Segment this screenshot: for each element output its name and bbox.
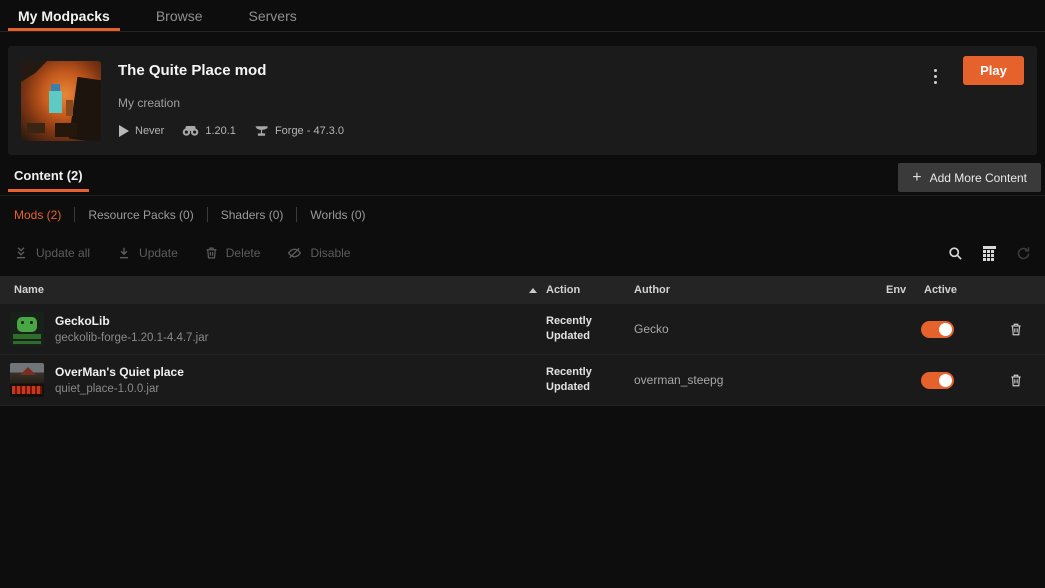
content-subtabs: Mods (2) Resource Packs (0) Shaders (0) … xyxy=(14,207,366,222)
subtab-divider xyxy=(206,207,208,222)
disable-label: Disable xyxy=(310,246,351,260)
sort-ascending-icon[interactable] xyxy=(529,287,537,293)
refresh-button[interactable] xyxy=(1016,246,1031,261)
mod-filename: quiet_place-1.0.0.jar xyxy=(55,383,160,395)
column-author[interactable]: Author xyxy=(631,284,883,296)
column-env[interactable]: Env xyxy=(883,284,921,296)
table-rows: GeckoLib geckolib-forge-1.20.1-4.4.7.jar… xyxy=(0,304,1045,406)
trash-icon xyxy=(206,247,217,259)
table-view-icon xyxy=(983,245,996,261)
subtab-shaders[interactable]: Shaders (0) xyxy=(221,208,284,222)
search-button[interactable] xyxy=(948,246,963,261)
table-header: Name Action Author Env Active xyxy=(0,276,1045,304)
trash-icon xyxy=(1010,374,1021,386)
mods-table: Name Action Author Env Active GeckoLib g… xyxy=(0,276,1045,406)
subtab-resource-packs[interactable]: Resource Packs (0) xyxy=(88,208,193,222)
goggles-icon xyxy=(183,126,199,136)
trash-icon xyxy=(1010,323,1021,335)
quiet-place-mod-icon xyxy=(10,363,44,397)
mod-name: OverMan's Quiet place xyxy=(55,365,184,379)
delete-button[interactable]: Delete xyxy=(205,246,261,260)
update-all-label: Update all xyxy=(36,246,91,260)
more-options-button[interactable] xyxy=(924,62,946,90)
column-name[interactable]: Name xyxy=(14,284,44,296)
update-all-button[interactable]: Update all xyxy=(14,246,90,260)
mod-author: Gecko xyxy=(634,322,669,336)
nav-tab-browse[interactable]: Browse xyxy=(156,0,203,32)
subtab-divider xyxy=(74,207,76,222)
table-row[interactable]: GeckoLib geckolib-forge-1.20.1-4.4.7.jar… xyxy=(0,304,1045,355)
mod-name: GeckoLib xyxy=(55,314,110,328)
nav-tab-servers[interactable]: Servers xyxy=(249,0,297,32)
delete-mod-button[interactable] xyxy=(1009,373,1023,388)
anvil-icon xyxy=(255,126,268,136)
subtab-divider xyxy=(296,207,298,222)
update-button[interactable]: Update xyxy=(117,246,178,260)
update-all-icon xyxy=(16,247,26,259)
table-row[interactable]: OverMan's Quiet place quiet_place-1.0.0.… xyxy=(0,355,1045,406)
subtab-mods[interactable]: Mods (2) xyxy=(14,208,61,222)
mod-action-status: Recently Updated xyxy=(546,365,592,393)
table-view-button[interactable] xyxy=(983,245,996,261)
delete-mod-button[interactable] xyxy=(1009,322,1023,337)
top-navigation: My Modpacks Browse Servers xyxy=(0,0,1045,32)
subtab-worlds[interactable]: Worlds (0) xyxy=(310,208,365,222)
last-played-meta: Never xyxy=(118,125,164,137)
tab-content[interactable]: Content (2) xyxy=(8,168,89,192)
eye-off-icon xyxy=(288,247,302,259)
play-icon xyxy=(119,125,129,137)
last-played-value: Never xyxy=(135,125,165,137)
plus-icon: + xyxy=(912,168,922,186)
content-tab-bar: Content (2) + Add More Content xyxy=(0,160,1045,196)
refresh-icon xyxy=(1017,246,1030,259)
geckolib-mod-icon xyxy=(10,312,44,346)
play-button[interactable]: Play xyxy=(963,56,1024,85)
active-toggle[interactable] xyxy=(921,371,954,389)
modpack-card: The Quite Place mod My creation Never 1.… xyxy=(8,46,1037,155)
game-version-value: 1.20.1 xyxy=(205,125,236,137)
mod-loader-meta: Forge - 47.3.0 xyxy=(254,125,344,137)
modpack-meta: Never 1.20.1 Forge - 47.3.0 xyxy=(118,125,344,137)
toolbar-right-icons xyxy=(948,245,1031,261)
delete-label: Delete xyxy=(225,246,261,260)
update-label: Update xyxy=(139,246,178,260)
mod-filename: geckolib-forge-1.20.1-4.4.7.jar xyxy=(55,332,209,344)
column-active[interactable]: Active xyxy=(921,284,986,296)
modpack-subtitle: My creation xyxy=(118,96,181,110)
nav-tab-my-modpacks[interactable]: My Modpacks xyxy=(8,0,120,32)
active-toggle[interactable] xyxy=(921,320,954,338)
mod-action-status: Recently Updated xyxy=(546,314,592,342)
add-more-content-button[interactable]: + Add More Content xyxy=(898,163,1041,192)
disable-button[interactable]: Disable xyxy=(287,246,350,260)
update-icon xyxy=(119,247,129,259)
game-version-meta: 1.20.1 xyxy=(182,125,236,137)
modpack-title: The Quite Place mod xyxy=(118,62,267,79)
mods-toolbar: Update all Update Delete Disable xyxy=(14,240,1031,266)
mod-author: overman_steepg xyxy=(634,373,724,387)
search-icon xyxy=(949,246,962,260)
add-more-content-label: Add More Content xyxy=(929,170,1027,185)
mod-loader-value: Forge - 47.3.0 xyxy=(274,125,345,137)
column-action[interactable]: Action xyxy=(543,284,631,296)
modpack-thumbnail xyxy=(21,61,101,141)
